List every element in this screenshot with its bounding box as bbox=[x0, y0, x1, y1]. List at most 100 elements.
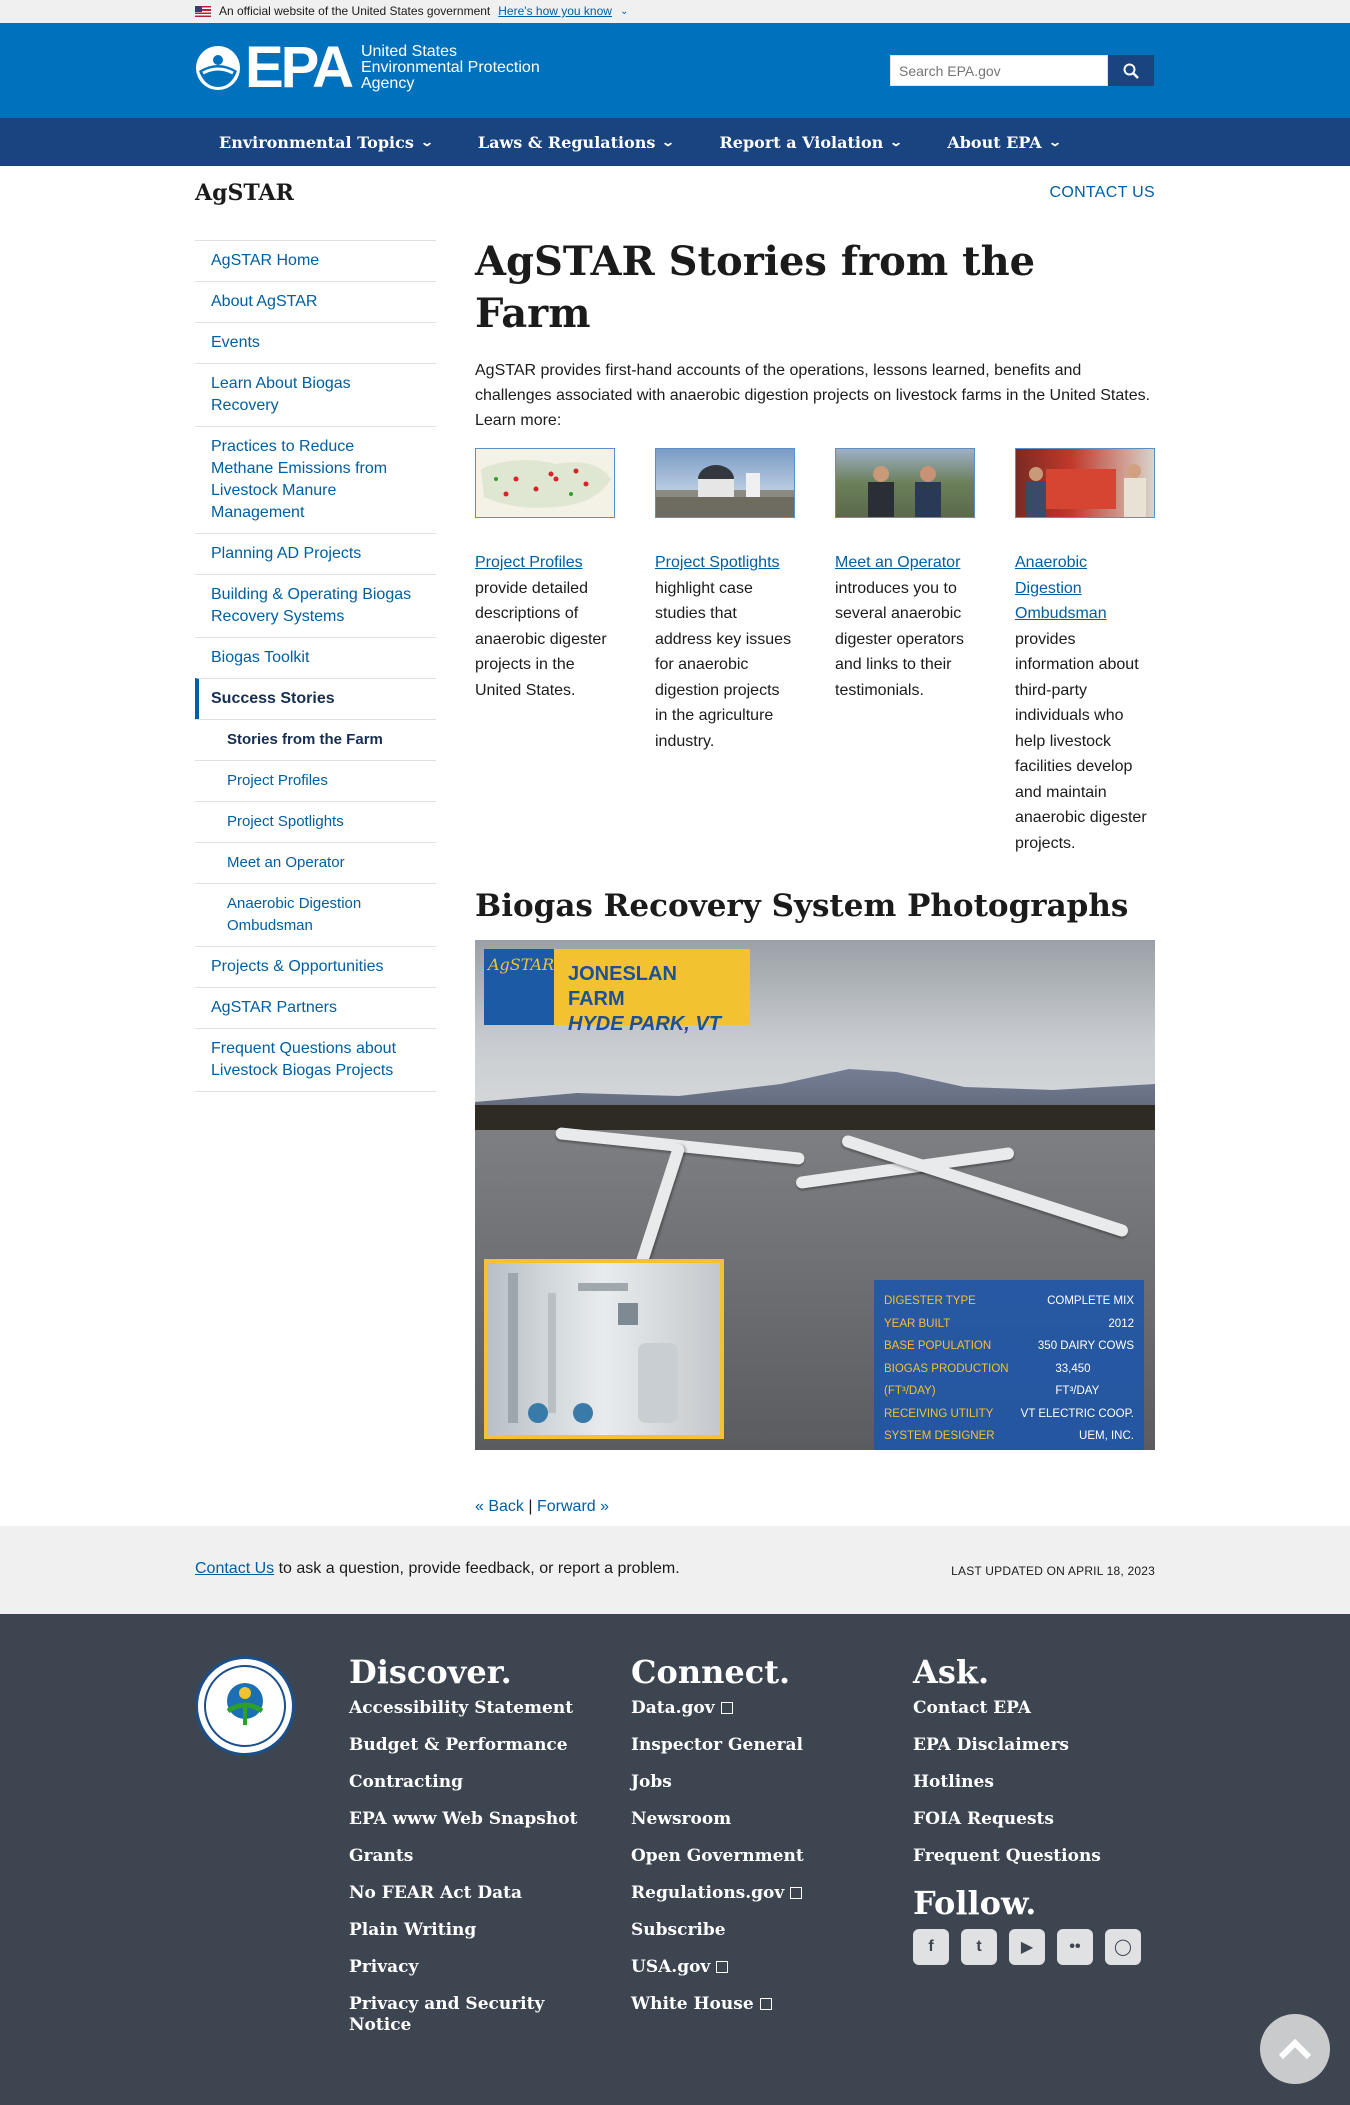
footer-link[interactable]: Privacy and Security Notice bbox=[349, 1994, 549, 2036]
search-input[interactable] bbox=[890, 55, 1108, 86]
meet-operator-link[interactable]: Meet an Operator bbox=[835, 554, 960, 571]
sidebar-item-learn[interactable]: Learn About Biogas Recovery bbox=[195, 363, 436, 426]
connect-heading: Connect. bbox=[631, 1653, 791, 1691]
footer-link[interactable]: Contact EPA bbox=[913, 1698, 1141, 1719]
card-project-profiles: Project Profiles provide detailed descri… bbox=[475, 448, 615, 856]
site-title[interactable]: AgSTAR bbox=[195, 180, 294, 206]
map-thumbnail[interactable] bbox=[475, 448, 615, 518]
sidebar-item-building[interactable]: Building & Operating Biogas Recovery Sys… bbox=[195, 574, 436, 637]
sidebar-item-home[interactable]: AgSTAR Home bbox=[195, 240, 436, 281]
epa-logo[interactable]: EPA United States Environmental Protecti… bbox=[195, 39, 540, 97]
footer-link[interactable]: Jobs bbox=[631, 1772, 804, 1793]
epa-seal-icon[interactable] bbox=[195, 1656, 295, 1756]
farm-location: HYDE PARK, VT bbox=[568, 1013, 721, 1035]
footer-link[interactable]: Hotlines bbox=[913, 1772, 1141, 1793]
sidebar-item-events[interactable]: Events bbox=[195, 322, 436, 363]
card-text: provides information about third-party i… bbox=[1015, 630, 1147, 852]
back-link[interactable]: « Back bbox=[475, 1498, 524, 1515]
farm-name: JONESLAN FARM bbox=[568, 963, 677, 1010]
chevron-down-icon[interactable]: ⌄ bbox=[620, 6, 628, 17]
footer-link[interactable]: Regulations.gov bbox=[631, 1883, 804, 1904]
sidebar-item-faq[interactable]: Frequent Questions about Livestock Bioga… bbox=[195, 1028, 436, 1091]
digester-thumbnail[interactable] bbox=[655, 448, 795, 518]
intro-text: AgSTAR provides first-hand accounts of t… bbox=[475, 362, 1151, 429]
discover-heading: Discover. bbox=[349, 1653, 512, 1691]
agstar-badge: AgSTAR bbox=[484, 949, 554, 1025]
contact-band-text: to ask a question, provide feedback, or … bbox=[274, 1560, 680, 1577]
nav-environmental-topics[interactable]: Environmental Topics ⌄ bbox=[219, 133, 434, 152]
footer-link[interactable]: Subscribe bbox=[631, 1920, 804, 1941]
twitter-icon[interactable]: t bbox=[961, 1929, 997, 1965]
ombudsman-thumbnail[interactable] bbox=[1015, 448, 1155, 518]
footer-link[interactable]: Frequent Questions bbox=[913, 1846, 1141, 1867]
search-icon bbox=[1123, 63, 1139, 79]
sidebar-item-about[interactable]: About AgSTAR bbox=[195, 281, 436, 322]
external-link-icon bbox=[759, 1998, 772, 2010]
heres-how-you-know-link[interactable]: Here's how you know bbox=[498, 4, 612, 18]
project-profiles-link[interactable]: Project Profiles bbox=[475, 554, 583, 571]
ask-heading: Ask. bbox=[913, 1653, 990, 1691]
footer-link[interactable]: Accessibility Statement bbox=[349, 1698, 577, 1719]
chevron-down-icon: ⌄ bbox=[419, 135, 434, 149]
footer-link[interactable]: White House bbox=[631, 1994, 804, 2015]
nav-laws-regulations[interactable]: Laws & Regulations ⌄ bbox=[478, 133, 676, 152]
ombudsman-link[interactable]: Anaerobic Digestion Ombudsman bbox=[1015, 554, 1107, 622]
sidebar-item-projects[interactable]: Projects & Opportunities bbox=[195, 946, 436, 987]
sidebar-sub-stories-from-farm[interactable]: Stories from the Farm bbox=[195, 719, 436, 760]
external-link-icon bbox=[720, 1702, 733, 1714]
sidebar-item-planning[interactable]: Planning AD Projects bbox=[195, 533, 436, 574]
footer-link[interactable]: Plain Writing bbox=[349, 1920, 577, 1941]
footer-link[interactable]: EPA www Web Snapshot bbox=[349, 1809, 577, 1830]
sidebar-sub-ombudsman[interactable]: Anaerobic Digestion Ombudsman bbox=[195, 883, 436, 946]
main-content: AgSTAR Stories from the Farm AgSTAR prov… bbox=[475, 236, 1155, 1516]
footer-link[interactable]: Inspector General bbox=[631, 1735, 804, 1756]
footer-link[interactable]: Privacy bbox=[349, 1957, 577, 1978]
card-meet-operator: Meet an Operator introduces you to sever… bbox=[835, 448, 975, 856]
facebook-icon[interactable]: f bbox=[913, 1929, 949, 1965]
forward-link[interactable]: Forward » bbox=[537, 1498, 609, 1515]
pager-separator: | bbox=[528, 1498, 533, 1515]
chevron-up-icon bbox=[1278, 2038, 1312, 2060]
footer-link[interactable]: EPA Disclaimers bbox=[913, 1735, 1141, 1756]
main-nav: Environmental Topics ⌄ Laws & Regulations… bbox=[0, 118, 1350, 166]
footer-link[interactable]: USA.gov bbox=[631, 1957, 804, 1978]
footer-link[interactable]: Newsroom bbox=[631, 1809, 804, 1830]
equipment-inset bbox=[484, 1259, 724, 1439]
footer-ask: Ask. Contact EPA EPA Disclaimers Hotline… bbox=[913, 1652, 1141, 1965]
contact-us-footer-link[interactable]: Contact Us bbox=[195, 1560, 274, 1577]
card-project-spotlights: Project Spotlights highlight case studie… bbox=[655, 448, 795, 856]
footer-link[interactable]: Data.gov bbox=[631, 1698, 804, 1719]
footer-link[interactable]: Open Government bbox=[631, 1846, 804, 1867]
footer-link[interactable]: Grants bbox=[349, 1846, 577, 1867]
card-ombudsman: Anaerobic Digestion Ombudsman provides i… bbox=[1015, 448, 1155, 856]
flickr-icon[interactable]: •• bbox=[1057, 1929, 1093, 1965]
sidebar-item-practices[interactable]: Practices to Reduce Methane Emissions fr… bbox=[195, 426, 436, 533]
card-text: provide detailed descriptions of anaerob… bbox=[475, 579, 607, 699]
footer-link[interactable]: Contracting bbox=[349, 1772, 577, 1793]
gov-banner: An official website of the United States… bbox=[0, 0, 1350, 23]
instagram-icon[interactable]: ◯ bbox=[1105, 1929, 1141, 1965]
sidebar-item-toolkit[interactable]: Biogas Toolkit bbox=[195, 637, 436, 678]
external-link-icon bbox=[716, 1961, 729, 1973]
footer-link[interactable]: Budget & Performance bbox=[349, 1735, 577, 1756]
footer-link[interactable]: No FEAR Act Data bbox=[349, 1883, 577, 1904]
nav-report-violation[interactable]: Report a Violation ⌄ bbox=[719, 133, 903, 152]
farm-label: AgSTAR JONESLAN FARM HYDE PARK, VT bbox=[484, 949, 750, 1035]
footer-link[interactable]: FOIA Requests bbox=[913, 1809, 1141, 1830]
search-button[interactable] bbox=[1108, 55, 1154, 86]
site-footer: Discover. Accessibility Statement Budget… bbox=[0, 1614, 1350, 2105]
sidebar-sub-project-spotlights[interactable]: Project Spotlights bbox=[195, 801, 436, 842]
external-link-icon bbox=[790, 1887, 803, 1899]
contact-us-link[interactable]: CONTACT US bbox=[1049, 184, 1155, 202]
youtube-icon[interactable]: ▶ bbox=[1009, 1929, 1045, 1965]
sidebar-sub-meet-operator[interactable]: Meet an Operator bbox=[195, 842, 436, 883]
operators-thumbnail[interactable] bbox=[835, 448, 975, 518]
sidebar-item-success-stories[interactable]: Success Stories bbox=[195, 678, 436, 719]
sidebar-nav: AgSTAR Home About AgSTAR Events Learn Ab… bbox=[195, 240, 436, 1092]
back-to-top-button[interactable] bbox=[1260, 2014, 1330, 2084]
sidebar-sub-project-profiles[interactable]: Project Profiles bbox=[195, 760, 436, 801]
sidebar-item-partners[interactable]: AgSTAR Partners bbox=[195, 987, 436, 1028]
nav-about-epa[interactable]: About EPA ⌄ bbox=[947, 133, 1061, 152]
gov-banner-text: An official website of the United States… bbox=[219, 4, 491, 18]
project-spotlights-link[interactable]: Project Spotlights bbox=[655, 554, 780, 571]
